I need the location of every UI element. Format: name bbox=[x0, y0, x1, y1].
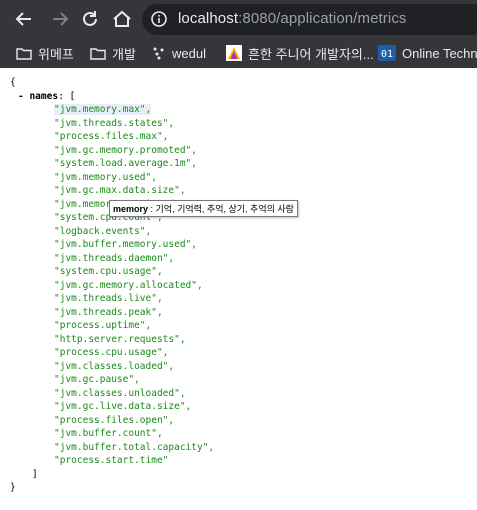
json-array-item: "jvm.memory.used", bbox=[54, 171, 214, 185]
json-array-item: "http.server.requests", bbox=[54, 333, 214, 347]
json-string-value: "jvm.threads.states", bbox=[54, 117, 175, 129]
json-string-value: "system.cpu.usage", bbox=[54, 266, 163, 277]
json-array-item: "jvm.threads.peak", bbox=[54, 306, 214, 320]
json-array-item: "process.start.time" bbox=[54, 454, 214, 468]
json-array-item: "jvm.gc.memory.allocated", bbox=[54, 279, 214, 293]
back-button[interactable] bbox=[12, 7, 36, 31]
svg-text:01: 01 bbox=[381, 49, 393, 60]
json-array-items: "jvm.memory.max", "jvm.threads.states", "p… bbox=[54, 103, 214, 468]
bookmark-online-tech[interactable]: 01 Online Techn bbox=[378, 43, 477, 63]
json-array-item: "system.cpu.usage", bbox=[54, 265, 214, 279]
json-string-value: "jvm.threads.live", bbox=[54, 293, 163, 304]
browser-toolbar: localhost:8080/application/metrics bbox=[0, 0, 477, 38]
bookmark-label: 흔한 주니어 개발자의... bbox=[248, 46, 374, 62]
json-string-value: "process.files.open", bbox=[54, 414, 175, 426]
json-string-value: "jvm.gc.live.data.size", bbox=[54, 401, 192, 412]
json-array-item: "jvm.classes.unloaded", bbox=[54, 387, 214, 401]
json-string-value: "jvm.classes.loaded", bbox=[54, 360, 175, 372]
json-array-item: "process.cpu.usage", bbox=[54, 346, 214, 360]
json-array-item: "jvm.gc.live.data.size", bbox=[54, 400, 214, 414]
json-string-value: "system.load.average.1m", bbox=[54, 158, 197, 169]
json-array-item: "jvm.gc.pause", bbox=[54, 373, 214, 387]
bookmark-folder-wemakeprice[interactable]: 위메프 bbox=[16, 43, 74, 63]
json-string-value: "jvm.buffer.memory.used", bbox=[54, 239, 197, 250]
bookmark-label: 위메프 bbox=[38, 46, 74, 62]
json-string-value: "jvm.memory.used", bbox=[54, 171, 157, 183]
badge-01-icon: 01 bbox=[378, 45, 396, 61]
json-string-value: "process.start.time" bbox=[54, 455, 169, 466]
json-string-value: "jvm.gc.memory.promoted", bbox=[54, 144, 197, 156]
bookmark-label: 개발 bbox=[112, 46, 136, 62]
reload-icon bbox=[83, 11, 97, 26]
site-info-icon[interactable] bbox=[150, 10, 168, 33]
json-close-brace: } bbox=[10, 482, 16, 493]
json-string-value: "process.files.max", bbox=[54, 131, 169, 142]
json-array-item: "process.files.max", bbox=[54, 130, 214, 144]
json-string-value: "jvm.classes.unloaded", bbox=[54, 387, 186, 399]
json-viewer: { - names: [ "jvm.memory.max", "jvm.threa… bbox=[10, 76, 214, 495]
json-string-value: "jvm.buffer.count", bbox=[54, 428, 163, 439]
json-close-bracket: ] bbox=[32, 468, 38, 480]
json-string-value: "process.uptime", bbox=[54, 320, 152, 331]
dots-icon bbox=[153, 47, 164, 60]
url-host: localhost bbox=[178, 10, 239, 27]
json-array-item: "jvm.threads.daemon", bbox=[54, 252, 214, 266]
json-string-value: "jvm.gc.max.data.size", bbox=[54, 185, 186, 196]
json-array-item: "jvm.classes.loaded", bbox=[54, 360, 214, 374]
json-key: names bbox=[29, 90, 59, 102]
bookmark-junior-dev-blog[interactable]: 흔한 주니어 개발자의... bbox=[226, 43, 374, 63]
page-content: { - names: [ "jvm.memory.max", "jvm.threa… bbox=[0, 68, 477, 510]
tooltip-term: memory bbox=[113, 204, 149, 214]
collapse-toggle[interactable]: - bbox=[18, 91, 29, 102]
forward-button[interactable] bbox=[48, 7, 72, 31]
json-array-item: "jvm.gc.memory.promoted", bbox=[54, 144, 214, 158]
json-open-brace: { bbox=[10, 77, 16, 88]
json-string-value: "jvm.buffer.total.capacity", bbox=[54, 441, 215, 453]
browser-chrome: localhost:8080/application/metrics 위메프 개… bbox=[0, 0, 477, 68]
json-array-item: "logback.events", bbox=[54, 225, 214, 239]
bookmark-label: Online Techn bbox=[402, 45, 477, 61]
json-array-item: "jvm.buffer.total.capacity", bbox=[54, 441, 214, 455]
json-array-item: "jvm.gc.max.data.size", bbox=[54, 184, 214, 198]
bookmarks-bar: 위메프 개발 wedul 흔한 주니어 개발자의... 01 Online Te… bbox=[0, 38, 477, 68]
dictionary-tooltip: memory : 기억, 기억력, 추억, 상기, 추억의 사람 bbox=[109, 200, 298, 217]
json-array-item: "system.load.average.1m", bbox=[54, 157, 214, 171]
home-button[interactable] bbox=[110, 7, 134, 31]
reload-button[interactable] bbox=[78, 7, 102, 31]
back-arrow-icon bbox=[15, 12, 31, 26]
forward-arrow-icon bbox=[53, 12, 69, 26]
tooltip-definition: : 기억, 기억력, 추억, 상기, 추억의 사람 bbox=[148, 204, 294, 214]
json-array-item: "jvm.threads.states", bbox=[54, 117, 214, 131]
json-array-item: "process.uptime", bbox=[54, 319, 214, 333]
json-string-value: "jvm.memory.max", bbox=[54, 104, 152, 115]
bookmark-folder-dev[interactable]: 개발 bbox=[90, 43, 136, 63]
json-string-value: "jvm.gc.pause", bbox=[54, 374, 140, 385]
json-string-value: "jvm.threads.peak", bbox=[54, 306, 163, 318]
json-array-item: "jvm.buffer.count", bbox=[54, 427, 214, 441]
folder-icon bbox=[90, 47, 106, 60]
json-key-line: - names: [ bbox=[10, 90, 214, 104]
json-string-value: "jvm.threads.daemon", bbox=[54, 252, 175, 264]
json-string-value: "logback.events", bbox=[54, 225, 152, 237]
triangle-logo-icon bbox=[226, 45, 242, 61]
json-array-item: "jvm.buffer.memory.used", bbox=[54, 238, 214, 252]
bookmark-wedul[interactable]: wedul bbox=[152, 43, 206, 63]
url-path: :8080/application/metrics bbox=[238, 10, 407, 27]
home-icon bbox=[113, 10, 131, 27]
url-text[interactable]: localhost:8080/application/metrics bbox=[178, 10, 407, 27]
json-array-item: "process.files.open", bbox=[54, 414, 214, 428]
json-string-value: "process.cpu.usage", bbox=[54, 347, 169, 358]
json-string-value: "http.server.requests", bbox=[54, 333, 186, 345]
json-bracket: : [ bbox=[58, 90, 76, 102]
bookmark-label: wedul bbox=[172, 45, 206, 61]
json-array-item: "jvm.memory.max", bbox=[54, 103, 214, 117]
json-string-value: "jvm.gc.memory.allocated", bbox=[54, 279, 203, 291]
folder-icon bbox=[16, 47, 32, 60]
json-array-item: "jvm.threads.live", bbox=[54, 292, 214, 306]
